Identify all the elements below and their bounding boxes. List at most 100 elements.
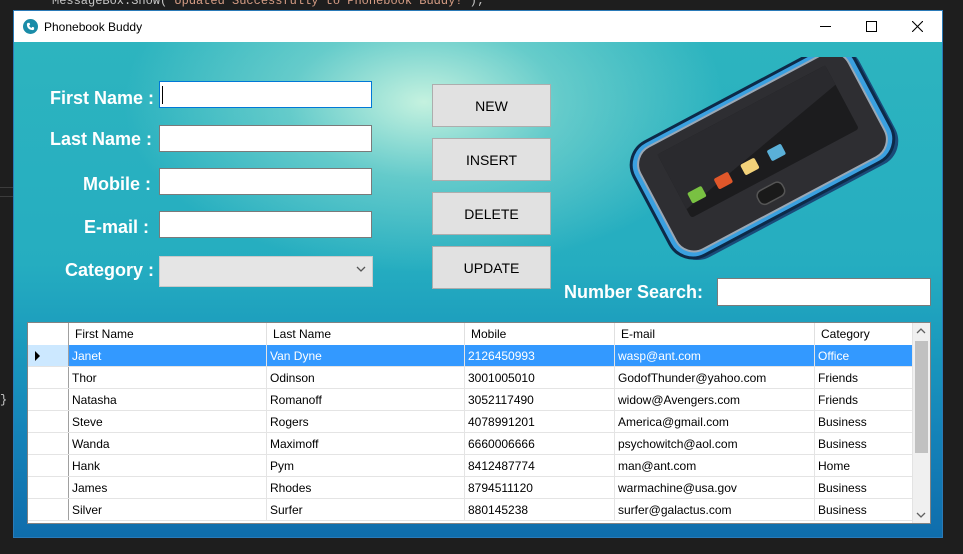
table-row[interactable]: Natasha Romanoff 3052117490 widow@Avengers.… xyxy=(28,389,913,411)
cell-category[interactable]: Friends xyxy=(815,367,913,388)
close-button[interactable] xyxy=(894,11,940,42)
mobile-field[interactable] xyxy=(159,168,372,195)
cell-last-name[interactable]: Romanoff xyxy=(267,389,465,410)
contacts-grid[interactable]: First Name Last Name Mobile E-mail Categ… xyxy=(27,322,931,524)
mobile-label: Mobile : xyxy=(83,174,151,194)
cell-category[interactable]: Business xyxy=(815,477,913,498)
cell-category[interactable]: Friends xyxy=(815,389,913,410)
row-header[interactable] xyxy=(28,499,69,520)
cell-category[interactable]: Home xyxy=(815,455,913,476)
update-button[interactable]: UPDATE xyxy=(432,246,551,289)
minimize-icon xyxy=(819,26,831,27)
cell-first-name[interactable]: Thor xyxy=(69,367,267,388)
minimize-button[interactable] xyxy=(802,11,848,42)
cell-mobile[interactable]: 4078991201 xyxy=(465,411,615,432)
table-row[interactable]: Hank Pym 8412487774 man@ant.com Home xyxy=(28,455,913,477)
cell-category[interactable]: Business xyxy=(815,411,913,432)
cell-email[interactable]: warmachine@usa.gov xyxy=(615,477,815,498)
cell-email[interactable]: America@gmail.com xyxy=(615,411,815,432)
cell-first-name[interactable]: Wanda xyxy=(69,433,267,454)
cell-mobile[interactable]: 8794511120 xyxy=(465,477,615,498)
table-row[interactable]: Wanda Maximoff 6660006666 psychowitch@aol.c… xyxy=(28,433,913,455)
current-row-arrow-icon xyxy=(35,351,40,361)
row-header[interactable] xyxy=(28,345,69,366)
cell-email[interactable]: psychowitch@aol.com xyxy=(615,433,815,454)
cell-email[interactable]: widow@Avengers.com xyxy=(615,389,815,410)
cell-first-name[interactable]: Hank xyxy=(69,455,267,476)
text-caret xyxy=(162,86,163,104)
grid-rows: Janet Van Dyne 2126450993 wasp@ant.com Offic… xyxy=(28,345,913,521)
chevron-up-icon xyxy=(916,328,926,334)
row-header[interactable] xyxy=(28,367,69,388)
table-row[interactable]: Steve Rogers 4078991201 America@gmail.com Bu… xyxy=(28,411,913,433)
category-dropdown[interactable] xyxy=(159,256,373,287)
maximize-icon xyxy=(865,21,877,32)
chevron-down-icon xyxy=(356,266,366,272)
cell-category[interactable]: Business xyxy=(815,433,913,454)
close-icon xyxy=(911,21,923,32)
cell-first-name[interactable]: James xyxy=(69,477,267,498)
cell-category[interactable]: Office xyxy=(815,345,913,366)
cell-last-name[interactable]: Odinson xyxy=(267,367,465,388)
column-header-last-name[interactable]: Last Name xyxy=(267,323,465,345)
cell-last-name[interactable]: Rhodes xyxy=(267,477,465,498)
grid-scrollbar[interactable] xyxy=(912,323,930,523)
form-client-area: First Name : Last Name : Mobile : E-mail… xyxy=(14,42,942,537)
app-window: Phonebook Buddy First Name : Last Name :… xyxy=(13,10,943,538)
grid-header: First Name Last Name Mobile E-mail Categ… xyxy=(28,323,913,346)
maximize-button[interactable] xyxy=(848,11,894,42)
cell-mobile[interactable]: 6660006666 xyxy=(465,433,615,454)
cell-last-name[interactable]: Van Dyne xyxy=(267,345,465,366)
email-field[interactable] xyxy=(159,211,372,238)
cell-category[interactable]: Business xyxy=(815,499,913,520)
column-header-mobile[interactable]: Mobile xyxy=(465,323,615,345)
cell-last-name[interactable]: Pym xyxy=(267,455,465,476)
ide-code-line: MessageBox.Show("Updated Successfully to… xyxy=(52,0,485,8)
row-header[interactable] xyxy=(28,389,69,410)
new-button[interactable]: NEW xyxy=(432,84,551,127)
cell-mobile[interactable]: 3001005010 xyxy=(465,367,615,388)
ide-divider xyxy=(0,187,14,188)
column-header-first-name[interactable]: First Name xyxy=(69,323,267,345)
window-title: Phonebook Buddy xyxy=(44,19,143,34)
cell-last-name[interactable]: Maximoff xyxy=(267,433,465,454)
ide-divider xyxy=(0,196,14,197)
cell-email[interactable]: wasp@ant.com xyxy=(615,345,815,366)
smartphone-icon xyxy=(629,57,899,261)
scrollbar-thumb[interactable] xyxy=(915,341,928,453)
row-header[interactable] xyxy=(28,455,69,476)
insert-button[interactable]: INSERT xyxy=(432,138,551,181)
cell-mobile[interactable]: 2126450993 xyxy=(465,345,615,366)
cell-first-name[interactable]: Silver xyxy=(69,499,267,520)
number-search-input[interactable] xyxy=(717,278,931,306)
table-row[interactable]: Silver Surfer 880145238 surfer@galactus.com… xyxy=(28,499,913,521)
delete-button[interactable]: DELETE xyxy=(432,192,551,235)
row-header[interactable] xyxy=(28,477,69,498)
cell-email[interactable]: surfer@galactus.com xyxy=(615,499,815,520)
cell-last-name[interactable]: Surfer xyxy=(267,499,465,520)
table-row[interactable]: Janet Van Dyne 2126450993 wasp@ant.com Offic… xyxy=(28,345,913,367)
cell-email[interactable]: GodofThunder@yahoo.com xyxy=(615,367,815,388)
cell-mobile[interactable]: 880145238 xyxy=(465,499,615,520)
cell-email[interactable]: man@ant.com xyxy=(615,455,815,476)
row-header[interactable] xyxy=(28,411,69,432)
cell-mobile[interactable]: 8412487774 xyxy=(465,455,615,476)
last-name-field[interactable] xyxy=(159,125,372,152)
ide-brace: } xyxy=(0,393,8,407)
title-bar[interactable]: Phonebook Buddy xyxy=(14,11,942,42)
phone-icon xyxy=(23,19,38,34)
table-row[interactable]: Thor Odinson 3001005010 GodofThunder@yahoo.… xyxy=(28,367,913,389)
cell-first-name[interactable]: Steve xyxy=(69,411,267,432)
email-label: E-mail : xyxy=(83,217,149,237)
cell-first-name[interactable]: Janet xyxy=(69,345,267,366)
first-name-label: First Name : xyxy=(49,88,154,108)
table-row[interactable]: James Rhodes 8794511120 warmachine@usa.gov B… xyxy=(28,477,913,499)
cell-last-name[interactable]: Rogers xyxy=(267,411,465,432)
first-name-field[interactable] xyxy=(159,81,372,108)
cell-first-name[interactable]: Natasha xyxy=(69,389,267,410)
column-header-category[interactable]: Category xyxy=(815,323,913,345)
row-header[interactable] xyxy=(28,433,69,454)
column-header-email[interactable]: E-mail xyxy=(615,323,815,345)
cell-mobile[interactable]: 3052117490 xyxy=(465,389,615,410)
category-label: Category : xyxy=(64,260,154,280)
